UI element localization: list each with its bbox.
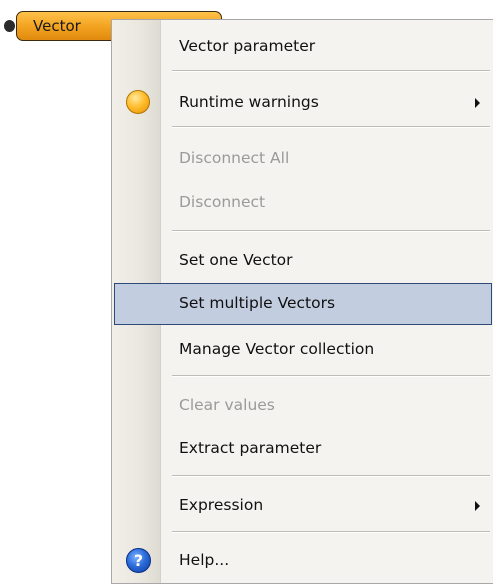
node-label: Vector	[33, 17, 81, 35]
menu-item-label: Vector parameter	[179, 37, 316, 55]
menu-item-label: Extract parameter	[179, 439, 322, 457]
menu-item-label: Clear values	[179, 396, 275, 414]
menu-item-label: Disconnect All	[179, 149, 290, 167]
menu-item-manage-vector-collection[interactable]: Manage Vector collection	[114, 333, 492, 367]
menu-item-label: Runtime warnings	[179, 93, 319, 111]
menu-item-label: Set multiple Vectors	[179, 294, 336, 312]
menu-item-label: Help...	[179, 551, 230, 569]
warning-icon	[126, 90, 150, 114]
menu-item-set-one-vector[interactable]: Set one Vector	[114, 244, 492, 278]
menu-item-disconnect[interactable]: Disconnect	[114, 186, 492, 220]
help-icon: ?	[126, 548, 151, 573]
menu-separator	[172, 70, 490, 72]
menu-item-clear-values[interactable]: Clear values	[114, 389, 492, 423]
menu-item-label: Set one Vector	[179, 251, 293, 269]
menu-item-set-multiple-vectors[interactable]: Set multiple Vectors	[114, 283, 492, 325]
menu-item-label: Expression	[179, 496, 264, 514]
menu-item-vector-parameter[interactable]: Vector parameter	[114, 30, 492, 64]
menu-item-label: Manage Vector collection	[179, 340, 375, 358]
menu-separator	[172, 126, 490, 128]
menu-separator	[172, 230, 490, 232]
menu-item-help[interactable]: ? Help...	[114, 544, 492, 578]
menu-separator	[172, 375, 490, 377]
menu-item-runtime-warnings[interactable]: Runtime warnings	[114, 86, 492, 120]
submenu-arrow-icon	[475, 501, 480, 511]
node-input-port[interactable]	[4, 20, 15, 32]
menu-separator	[172, 531, 490, 533]
submenu-arrow-icon	[475, 98, 480, 108]
menu-item-disconnect-all[interactable]: Disconnect All	[114, 142, 492, 176]
menu-item-extract-parameter[interactable]: Extract parameter	[114, 432, 492, 466]
menu-item-expression[interactable]: Expression	[114, 489, 492, 523]
menu-item-label: Disconnect	[179, 193, 266, 211]
context-menu: Vector parameter Runtime warnings Discon…	[111, 19, 493, 584]
menu-separator	[172, 475, 490, 477]
